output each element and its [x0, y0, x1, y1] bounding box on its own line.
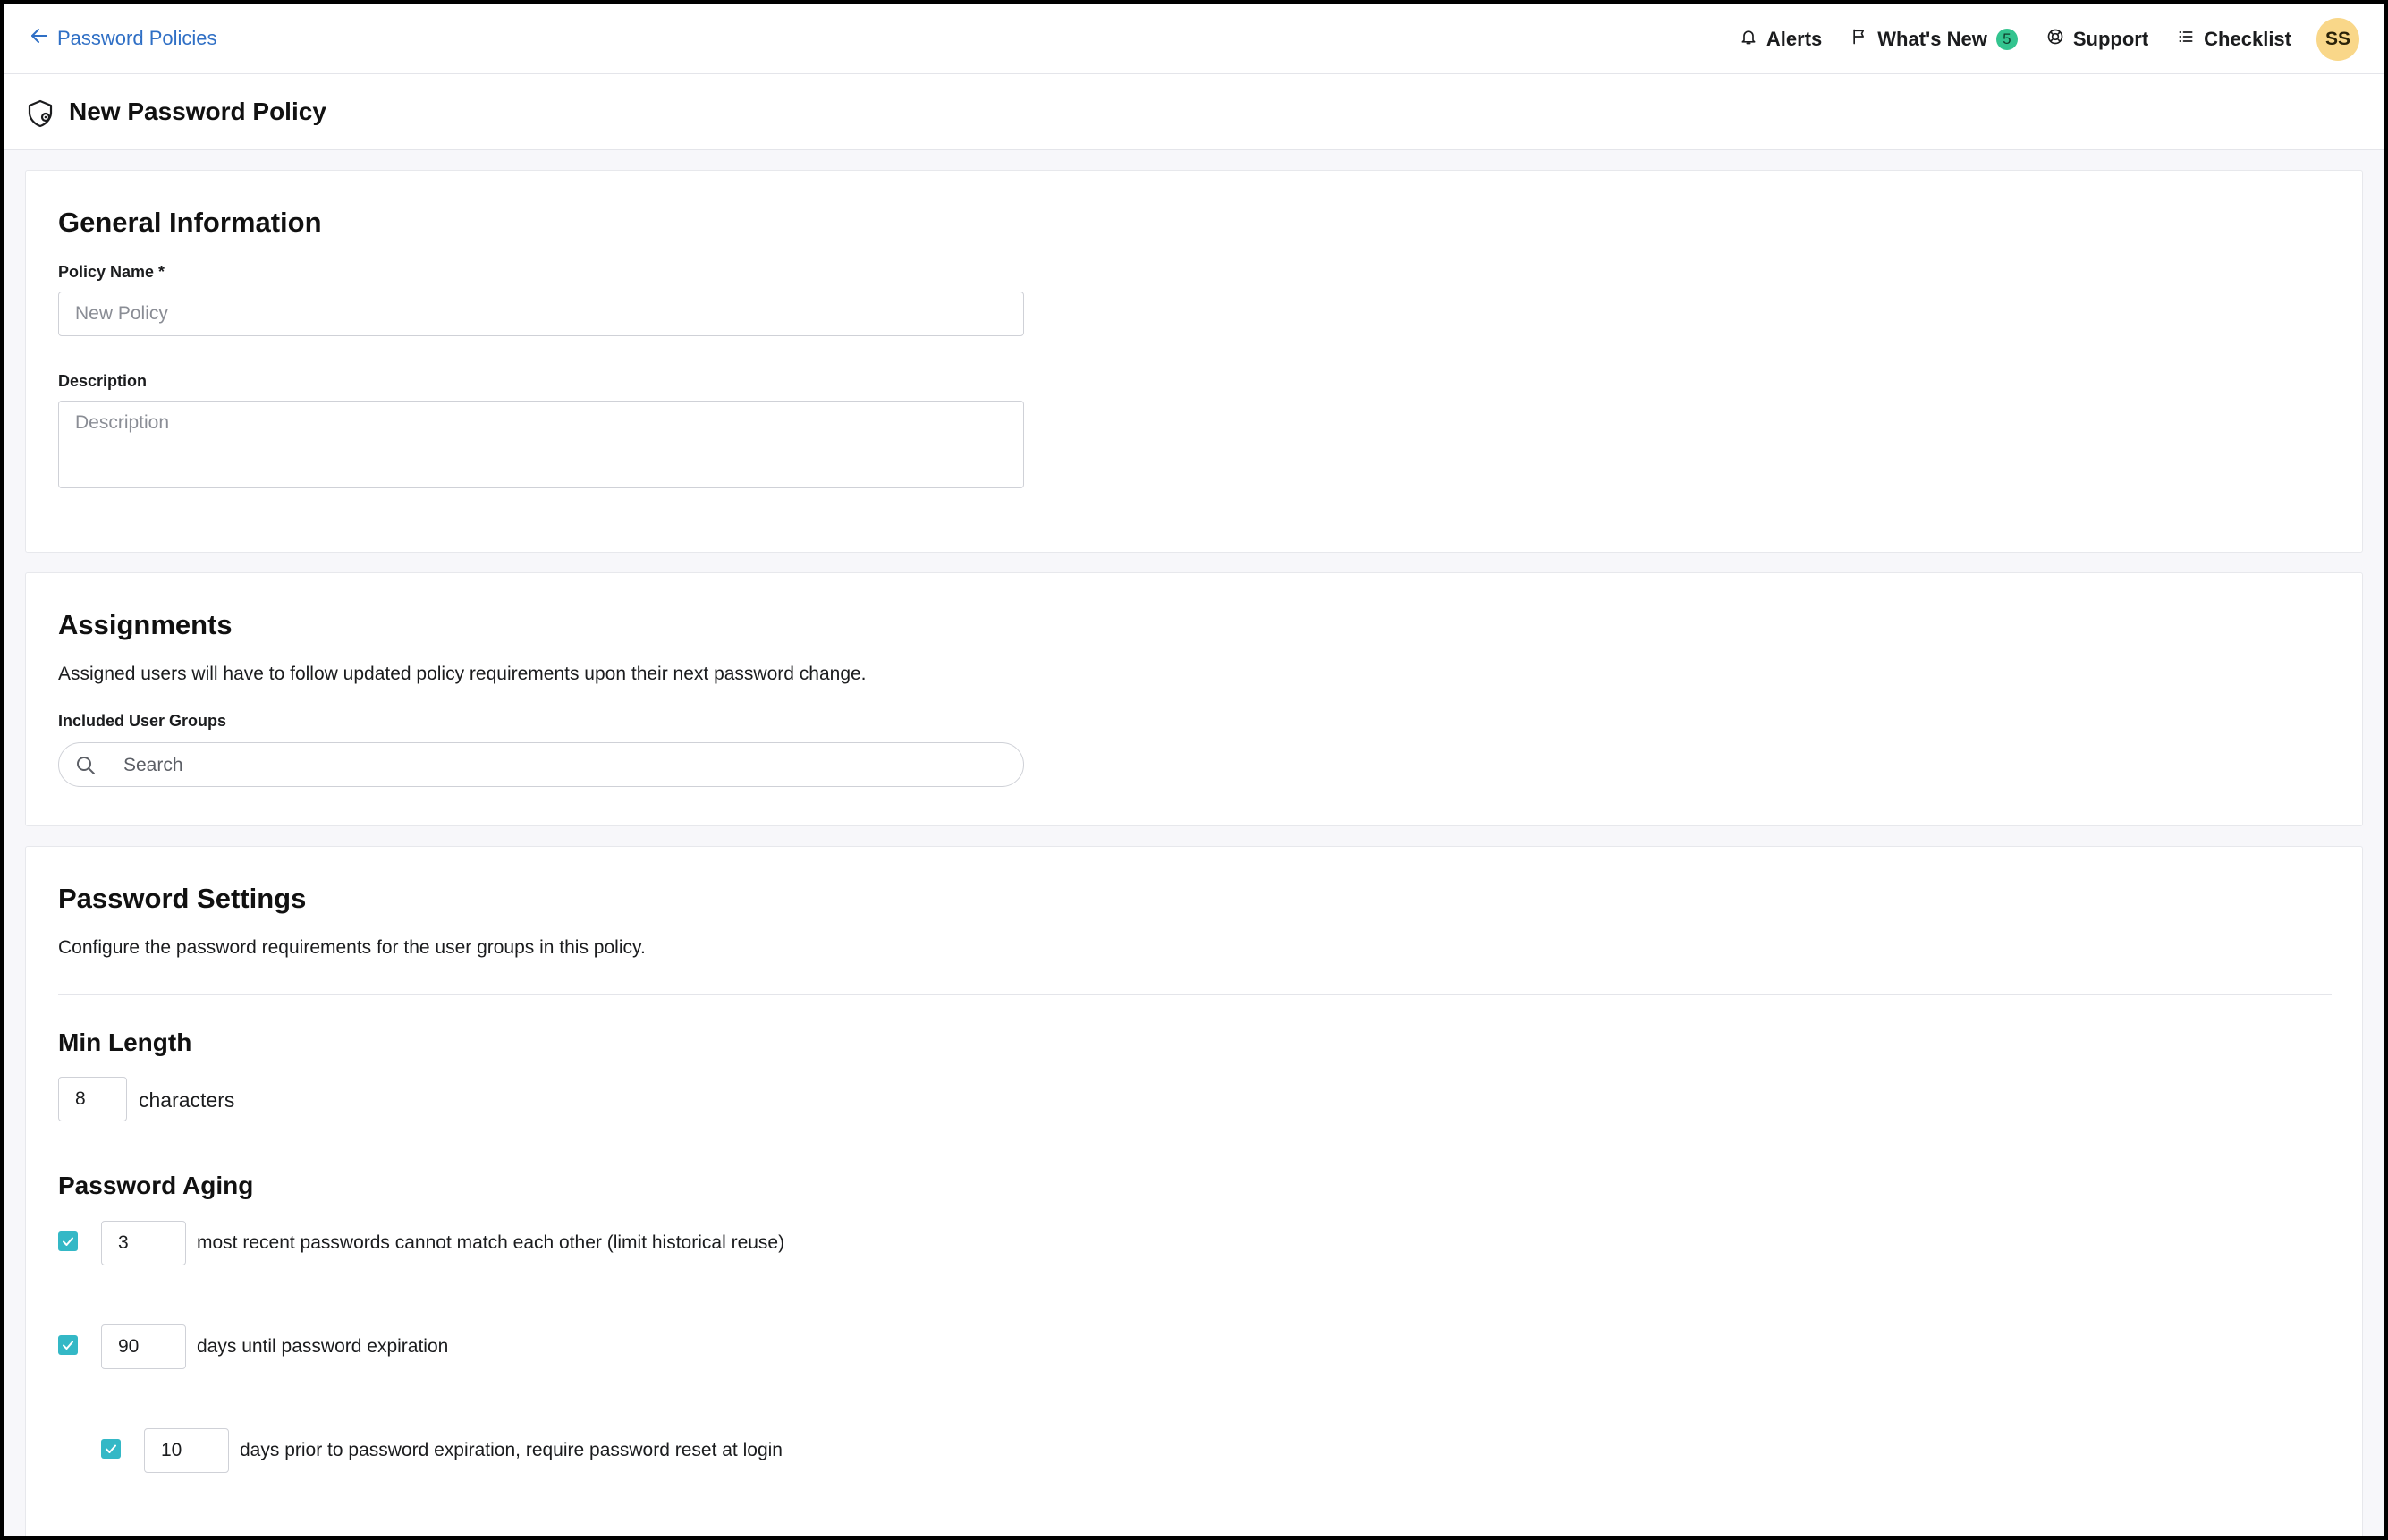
- bell-icon: [1740, 28, 1757, 51]
- min-length-unit: characters: [139, 1088, 235, 1112]
- checkmark-icon: [63, 1341, 73, 1350]
- back-link-label: Password Policies: [57, 27, 217, 49]
- assignments-heading: Assignments: [58, 609, 233, 640]
- assignments-helper-text: Assigned users will have to follow updat…: [58, 664, 867, 684]
- min-length-input[interactable]: [58, 1077, 127, 1121]
- top-nav-actions: Alerts What's New 5 Support Checklist SS: [1711, 18, 2359, 61]
- alerts-label: Alerts: [1766, 28, 1823, 50]
- description-label: Description: [58, 372, 148, 390]
- password-settings-helper-text: Configure the password requirements for …: [58, 937, 646, 958]
- min-length-heading: Min Length: [58, 1028, 192, 1056]
- general-information-heading: General Information: [58, 207, 322, 238]
- password-settings-card: Password Settings Configure the password…: [25, 846, 2363, 1536]
- checkmark-icon: [106, 1444, 116, 1453]
- reset-prior-checkbox[interactable]: [101, 1439, 121, 1459]
- page-title: New Password Policy: [69, 97, 326, 125]
- general-information-card: General Information Policy Name * Descri…: [25, 170, 2363, 553]
- expiration-days-input[interactable]: [101, 1324, 186, 1369]
- arrow-left-icon: [29, 25, 50, 52]
- expiration-days-checkbox[interactable]: [58, 1335, 78, 1355]
- support-label: Support: [2072, 28, 2149, 50]
- policy-name-input[interactable]: [58, 292, 1024, 336]
- history-reuse-count-input[interactable]: [101, 1221, 186, 1265]
- description-textarea[interactable]: [58, 401, 1024, 488]
- policy-name-label: Policy Name *: [58, 263, 165, 281]
- checklist-icon: [2177, 28, 2195, 51]
- back-to-password-policies-link[interactable]: Password Policies: [29, 25, 217, 52]
- whats-new-count-badge: 5: [1995, 29, 2018, 50]
- expiration-days-text: days until password expiration: [197, 1336, 449, 1357]
- checkmark-icon: [63, 1237, 73, 1246]
- page-header: New Password Policy: [4, 74, 2384, 150]
- user-groups-search[interactable]: [58, 742, 1024, 788]
- whats-new-label: What's New: [1877, 28, 1987, 50]
- password-settings-heading: Password Settings: [58, 883, 307, 914]
- whats-new-button[interactable]: What's New 5: [1850, 28, 2018, 51]
- password-aging-heading: Password Aging: [58, 1172, 254, 1199]
- app-window: Password Policies Alerts What's New 5 Su…: [4, 4, 2384, 1536]
- checklist-label: Checklist: [2204, 28, 2291, 50]
- lifebuoy-icon: [2046, 28, 2064, 51]
- section-divider: [58, 994, 2332, 995]
- history-reuse-checkbox[interactable]: [58, 1231, 78, 1251]
- history-reuse-text: most recent passwords cannot match each …: [197, 1232, 785, 1253]
- shield-gear-icon: [27, 98, 57, 129]
- user-avatar[interactable]: SS: [2316, 18, 2359, 61]
- alerts-button[interactable]: Alerts: [1740, 28, 1822, 51]
- user-groups-search-input[interactable]: [122, 743, 1011, 788]
- top-nav-bar: Password Policies Alerts What's New 5 Su…: [4, 4, 2384, 74]
- checklist-button[interactable]: Checklist: [2177, 28, 2291, 51]
- reset-prior-days-input[interactable]: [144, 1428, 229, 1473]
- reset-prior-text: days prior to password expiration, requi…: [240, 1440, 783, 1460]
- flag-icon: [1850, 28, 1868, 51]
- support-button[interactable]: Support: [2046, 28, 2148, 51]
- included-user-groups-label: Included User Groups: [58, 712, 227, 730]
- assignments-card: Assignments Assigned users will have to …: [25, 572, 2363, 826]
